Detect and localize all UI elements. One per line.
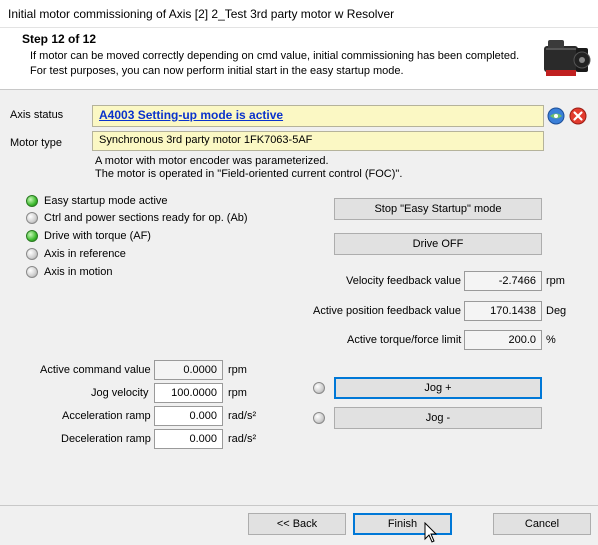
velocity-feedback-value: -2.7466 (464, 271, 542, 291)
motor-image (544, 40, 591, 76)
motor-type-field: Synchronous 3rd party motor 1FK7063-5AF (92, 131, 544, 151)
deceleration-ramp-unit: rad/s² (228, 433, 257, 445)
jog-plus-button[interactable]: Jog + (334, 377, 542, 399)
status-led (26, 248, 38, 260)
footer-separator (0, 505, 598, 506)
status-label-torque: Drive with torque (AF) (44, 230, 151, 242)
status-led (26, 266, 38, 278)
mouse-cursor-icon (424, 522, 438, 543)
cancel-button[interactable]: Cancel (493, 513, 591, 535)
status-label-reference: Axis in reference (44, 248, 126, 260)
jog-velocity-unit: rpm (228, 387, 247, 399)
axis-status-link[interactable]: A4003 Setting-up mode is active (99, 108, 283, 122)
window-title: Initial motor commissioning of Axis [2] … (8, 7, 395, 21)
web-icon[interactable] (547, 107, 565, 125)
command-value-label: Active command value (40, 364, 151, 376)
status-label-motion: Axis in motion (44, 266, 113, 278)
motor-type-label: Motor type (10, 137, 62, 149)
error-cross-icon[interactable] (569, 107, 587, 125)
acceleration-ramp-input[interactable]: 0.000 (154, 406, 223, 426)
header-description-2: For test purposes, you can now perform i… (30, 65, 404, 77)
motor-note-1: A motor with motor encoder was parameter… (95, 155, 329, 167)
jog-velocity-input[interactable]: 100.0000 (154, 383, 223, 403)
velocity-feedback-label: Velocity feedback value (346, 275, 461, 287)
jog-minus-led (313, 412, 325, 424)
motor-note-2: The motor is operated in "Field-oriented… (95, 168, 403, 180)
position-feedback-value: 170.1438 (464, 301, 542, 321)
position-feedback-label: Active position feedback value (313, 305, 461, 317)
status-label-ready: Ctrl and power sections ready for op. (A… (44, 212, 248, 224)
jog-velocity-label: Jog velocity (91, 387, 149, 399)
motor-type-value: Synchronous 3rd party motor 1FK7063-5AF (99, 134, 313, 146)
step-indicator: Step 12 of 12 (22, 32, 97, 46)
torque-limit-value: 200.0 (464, 330, 542, 350)
acceleration-ramp-unit: rad/s² (228, 410, 257, 422)
jog-minus-button[interactable]: Jog - (334, 407, 542, 429)
back-button[interactable]: << Back (248, 513, 346, 535)
status-led (26, 230, 38, 242)
velocity-feedback-unit: rpm (546, 275, 565, 287)
header-description-1: If motor can be moved correctly dependin… (30, 50, 520, 62)
jog-plus-led (313, 382, 325, 394)
stop-easy-startup-button[interactable]: Stop "Easy Startup" mode (334, 198, 542, 220)
command-value-field: 0.0000 (154, 360, 223, 380)
deceleration-ramp-label: Deceleration ramp (61, 433, 151, 445)
drive-off-button[interactable]: Drive OFF (334, 233, 542, 255)
acceleration-ramp-label: Acceleration ramp (62, 410, 151, 422)
axis-status-label: Axis status (10, 109, 64, 121)
torque-limit-label: Active torque/force limit (347, 334, 462, 346)
status-label-easy-startup: Easy startup mode active (44, 195, 168, 207)
axis-status-field: A4003 Setting-up mode is active (92, 105, 544, 127)
status-led (26, 195, 38, 207)
command-value-unit: rpm (228, 364, 247, 376)
position-feedback-unit: Deg (546, 305, 567, 317)
torque-limit-unit: % (546, 334, 556, 346)
wizard-header: Step 12 of 12 If motor can be moved corr… (0, 28, 598, 90)
title-bar: Initial motor commissioning of Axis [2] … (0, 0, 598, 28)
status-led (26, 212, 38, 224)
deceleration-ramp-input[interactable]: 0.000 (154, 429, 223, 449)
